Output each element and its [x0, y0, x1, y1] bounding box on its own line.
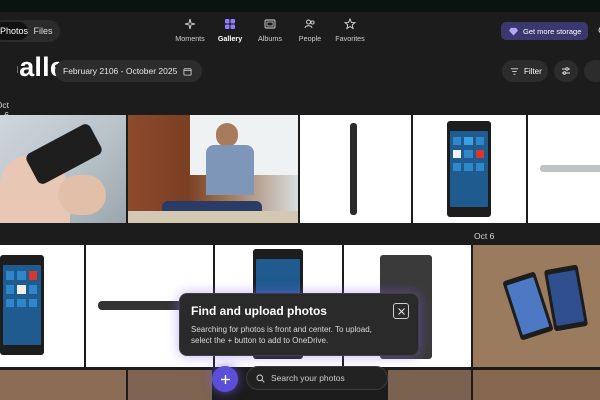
search-placeholder: Search your photos	[271, 373, 345, 383]
toggle-files[interactable]: Files	[28, 22, 58, 40]
photo-tile[interactable]	[0, 370, 126, 400]
add-button[interactable]	[212, 366, 238, 392]
section-date-label: Oct 6	[474, 231, 495, 241]
photo-tile[interactable]	[0, 245, 84, 367]
nav-albums-label: Albums	[258, 34, 282, 43]
toggle-files-label: Files	[33, 26, 53, 36]
photo-tile[interactable]	[0, 115, 126, 223]
photo-tile[interactable]	[528, 115, 600, 223]
nav-people-label: People	[298, 34, 322, 43]
calendar-icon	[183, 67, 192, 76]
top-nav: Moments Gallery Albums People Favorites	[170, 16, 370, 43]
sparkle-icon	[184, 18, 196, 30]
search-icon	[256, 374, 265, 383]
close-icon	[397, 307, 405, 315]
diamond-icon	[509, 27, 518, 36]
popup-body: Searching for photos is front and center…	[191, 325, 372, 345]
photo-tile[interactable]	[413, 115, 526, 223]
plus-icon	[220, 374, 230, 384]
filter-button[interactable]: Filter	[502, 60, 548, 82]
settings-icon[interactable]	[596, 24, 600, 36]
filter-icon	[510, 67, 519, 75]
view-toggle[interactable]: Photos Files	[0, 20, 60, 42]
popup-close-button[interactable]	[393, 303, 409, 319]
photo-tile[interactable]	[473, 245, 600, 367]
nav-gallery-label: Gallery	[217, 34, 243, 43]
upload-tip-popup: Find and upload photos Searching for pho…	[179, 293, 419, 356]
photo-tile[interactable]	[128, 370, 212, 400]
search-input[interactable]: Search your photos	[246, 366, 388, 390]
photo-tile[interactable]	[473, 370, 600, 400]
popup-title: Find and upload photos	[191, 304, 327, 318]
title-strip	[0, 0, 600, 12]
date-range-picker[interactable]: February 2106 - October 2025	[55, 60, 202, 82]
toggle-photos[interactable]: Photos	[0, 22, 28, 40]
photo-tile[interactable]	[128, 115, 298, 223]
nav-people[interactable]: People	[290, 16, 330, 43]
storage-button-label: Get more storage	[523, 26, 582, 36]
nav-favorites[interactable]: Favorites	[330, 16, 370, 43]
photo-tile[interactable]	[300, 115, 411, 223]
filter-label: Filter	[524, 66, 542, 76]
people-icon	[304, 19, 315, 29]
photo-tile[interactable]	[388, 370, 471, 400]
nav-favorites-label: Favorites	[335, 34, 365, 43]
nav-moments-label: Moments	[175, 34, 205, 43]
nav-albums[interactable]: Albums	[250, 16, 290, 43]
gallery-icon	[225, 19, 235, 29]
star-icon	[344, 18, 356, 30]
date-range-label: February 2106 - October 2025	[63, 66, 178, 76]
view-options-button[interactable]	[554, 60, 578, 82]
albums-icon	[264, 19, 276, 29]
toggle-photos-label: Photos	[0, 26, 29, 36]
nav-gallery[interactable]: Gallery	[210, 16, 250, 43]
sliders-icon	[562, 67, 570, 75]
nav-moments[interactable]: Moments	[170, 16, 210, 43]
more-options-button[interactable]	[584, 60, 600, 82]
get-more-storage-button[interactable]: Get more storage	[501, 22, 588, 40]
